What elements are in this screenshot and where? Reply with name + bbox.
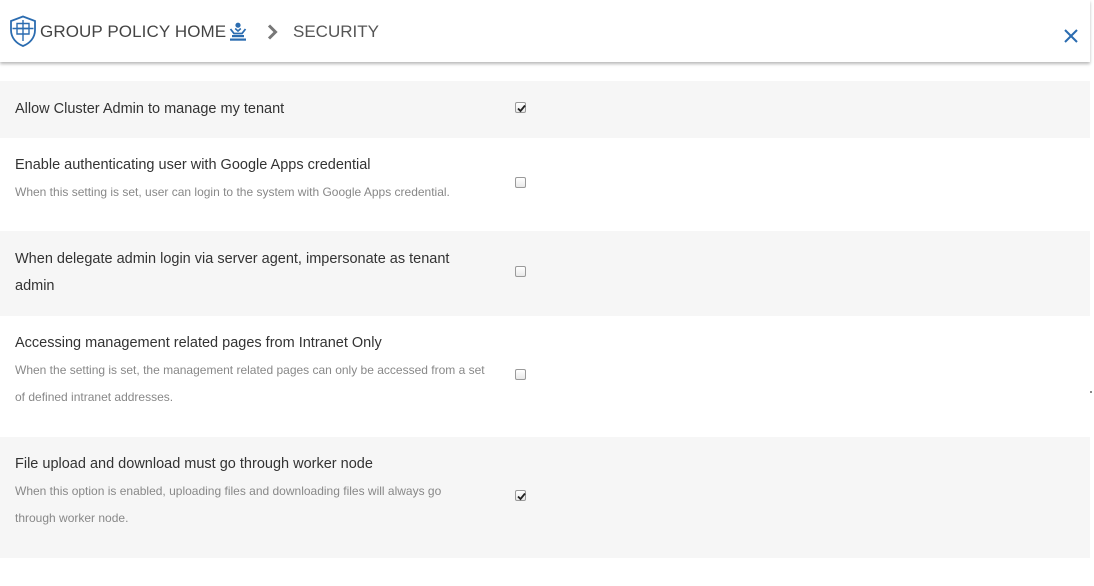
setting-checkbox[interactable] (515, 177, 526, 188)
close-icon[interactable] (1060, 25, 1082, 47)
setting-checkbox[interactable] (515, 266, 526, 277)
setting-checkbox[interactable] (515, 490, 526, 501)
chevron-right-icon (267, 24, 278, 40)
page-title[interactable]: GROUP POLICY HOME (40, 22, 226, 42)
setting-checkbox[interactable] (515, 102, 526, 113)
setting-label: Enable authenticating user with Google A… (15, 157, 371, 173)
setting-row: Accessing management related pages from … (0, 316, 1090, 437)
setting-checkbox[interactable] (515, 369, 526, 380)
setting-description: When this option is enabled, uploading f… (15, 484, 442, 525)
header-bar: GROUP POLICY HOME SECURITY (0, 0, 1090, 62)
checkmark-icon (517, 492, 526, 501)
scroll-indicator (1090, 391, 1092, 393)
setting-description: When this setting is set, user can login… (15, 185, 450, 199)
user-home-icon[interactable] (229, 22, 247, 41)
setting-row: File upload and download must go through… (0, 437, 1090, 558)
setting-label: File upload and download must go through… (15, 456, 373, 472)
checkmark-icon (517, 104, 526, 113)
setting-row: Enable authenticating user with Google A… (0, 138, 1090, 231)
setting-label: Allow Cluster Admin to manage my tenant (15, 101, 285, 117)
shield-icon (10, 15, 36, 47)
setting-description: When the setting is set, the management … (15, 363, 485, 404)
setting-label: When delegate admin login via server age… (15, 251, 450, 294)
setting-row: When delegate admin login via server age… (0, 231, 1090, 316)
breadcrumb-current: SECURITY (293, 22, 379, 41)
setting-row: Allow Cluster Admin to manage my tenant (0, 81, 1090, 138)
setting-label: Accessing management related pages from … (15, 335, 382, 351)
